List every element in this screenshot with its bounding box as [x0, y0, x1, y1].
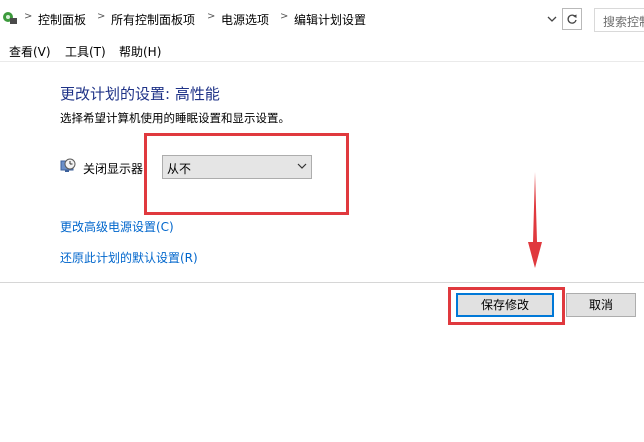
- search-input[interactable]: 搜索控制面板: [594, 8, 644, 32]
- breadcrumb-separator: >: [97, 11, 106, 22]
- annotation-arrow: [528, 172, 542, 268]
- page-subtitle: 选择希望计算机使用的睡眠设置和显示设置。: [60, 111, 290, 125]
- breadcrumb-edit-plan[interactable]: 编辑计划设置: [294, 11, 366, 28]
- annotation-highlight-select: [144, 133, 349, 215]
- breadcrumb-power-options[interactable]: 电源选项: [221, 11, 269, 28]
- divider: [0, 282, 644, 283]
- advanced-power-settings-link[interactable]: 更改高级电源设置(C): [60, 218, 174, 235]
- annotation-highlight-save: [448, 287, 565, 325]
- cancel-button[interactable]: 取消: [566, 293, 636, 317]
- menu-help[interactable]: 帮助(H): [119, 43, 161, 60]
- address-bar: > 控制面板 > 所有控制面板项 > 电源选项 > 编辑计划设置 搜索控制面板: [0, 0, 644, 38]
- menu-bar: 查看(V) 工具(T) 帮助(H): [0, 38, 644, 62]
- breadcrumb-control-panel[interactable]: 控制面板: [38, 11, 86, 28]
- page-title: 更改计划的设置: 高性能: [60, 85, 220, 103]
- display-off-label: 关闭显示器: [83, 162, 144, 176]
- refresh-button[interactable]: [562, 8, 582, 30]
- chevron-down-icon[interactable]: [545, 11, 559, 27]
- breadcrumb-separator: >: [207, 11, 216, 22]
- monitor-clock-icon: [60, 158, 76, 172]
- breadcrumb-all-items[interactable]: 所有控制面板项: [111, 11, 195, 28]
- refresh-icon: [567, 14, 577, 24]
- breadcrumb-separator: >: [24, 11, 33, 22]
- menu-view[interactable]: 查看(V): [9, 43, 51, 60]
- breadcrumb-separator: >: [280, 11, 289, 22]
- restore-defaults-link[interactable]: 还原此计划的默认设置(R): [60, 249, 198, 266]
- menu-tools[interactable]: 工具(T): [65, 43, 106, 60]
- control-panel-icon: [3, 12, 17, 24]
